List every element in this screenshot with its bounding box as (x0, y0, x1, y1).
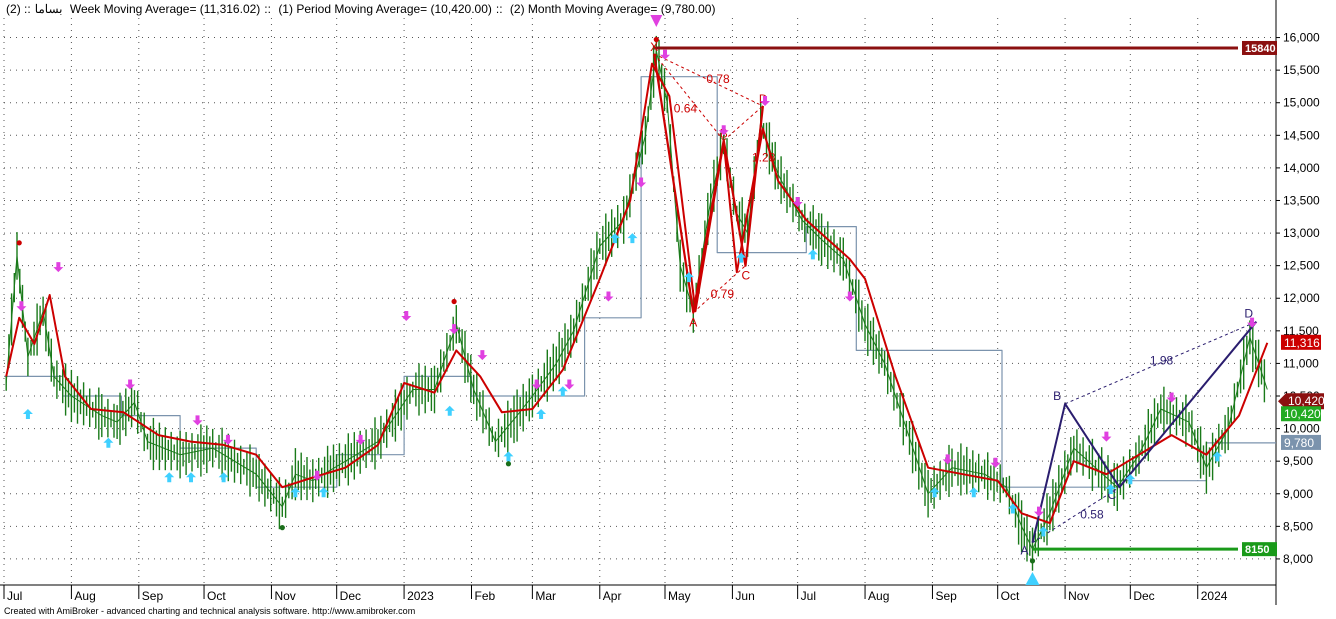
month-ma-tag-label: 9,780 (1284, 436, 1314, 450)
x-tick-label: Nov (1068, 589, 1089, 603)
x-tick-label: Oct (207, 589, 226, 603)
pattern-2-point-label: B (1053, 389, 1061, 403)
x-tick-label: Nov (274, 589, 295, 603)
pattern-1-point-label: A (689, 316, 697, 330)
x-tick-label: Mar (535, 589, 556, 603)
pattern-1-ratio-label: 0.79 (711, 287, 735, 301)
y-tick-label: 9,500 (1283, 454, 1313, 468)
y-tick-label: 14,500 (1283, 128, 1320, 142)
x-tick-label: Jul (7, 589, 22, 603)
x-tick-label: May (668, 589, 691, 603)
y-tick-label: 13,500 (1283, 193, 1320, 207)
y-tick-label: 8,000 (1283, 552, 1313, 566)
week-ma-tag-label: 11,316 (1284, 336, 1320, 350)
swing-low-dot (505, 461, 512, 467)
y-tick-label: 11,000 (1283, 356, 1319, 370)
y-tick-label: 10,000 (1283, 422, 1320, 436)
last-price-tag-label: 10,420 (1288, 394, 1325, 408)
x-tick-label: Feb (474, 589, 495, 603)
resistance-tag-label: 15840 (1245, 43, 1276, 55)
x-tick-label: Jul (801, 589, 816, 603)
y-tick-label: 15,000 (1283, 96, 1320, 110)
x-tick-label: Aug (868, 589, 889, 603)
swing-high-dot (451, 298, 457, 305)
swing-high-dot (653, 36, 659, 43)
x-tick-label: Aug (74, 589, 95, 603)
y-tick-label: 12,500 (1283, 259, 1320, 273)
period-ma-tag-label: 10,420 (1284, 407, 1321, 421)
y-tick-label: 12,000 (1283, 291, 1320, 305)
x-tick-label: Apr (603, 589, 622, 603)
swing-high-dot (16, 240, 22, 246)
y-tick-label: 13,000 (1283, 226, 1320, 240)
y-tick-label: 16,000 (1283, 31, 1320, 45)
x-tick-label: Dec (1133, 589, 1154, 603)
y-tick-label: 14,000 (1283, 161, 1320, 175)
pattern-2-ratio-label: 1.98 (1150, 354, 1174, 368)
x-tick-label: Sep (142, 589, 164, 603)
footer-credit: Created with AmiBroker - advanced charti… (4, 606, 416, 616)
pattern-1-ratio-label: 1.28 (752, 150, 776, 164)
support-tag-label: 8150 (1245, 544, 1269, 556)
pattern-1-ratio-label: 0.78 (706, 72, 730, 86)
pattern-1-point-label: C (741, 269, 750, 283)
x-tick-label: Jun (735, 589, 754, 603)
y-tick-label: 15,500 (1283, 63, 1320, 77)
y-tick-label: 8,500 (1283, 519, 1313, 533)
price-chart[interactable]: 8,0008,5009,0009,50010,00010,50011,00011… (0, 0, 1336, 619)
pattern-2-point-label: A (1020, 544, 1028, 558)
x-tick-label: 2023 (407, 589, 434, 603)
x-tick-label: Oct (1001, 589, 1020, 603)
y-tick-label: 9,000 (1283, 487, 1313, 501)
x-tick-label: 2024 (1201, 589, 1228, 603)
swing-low-dot (279, 525, 285, 531)
pattern-1-ratio-label: 0.64 (674, 102, 698, 116)
pattern-2-ratio-label: 0.58 (1080, 508, 1104, 522)
x-tick-label: Dec (340, 589, 361, 603)
x-tick-label: Sep (935, 589, 957, 603)
swing-low-dot (1029, 558, 1036, 564)
